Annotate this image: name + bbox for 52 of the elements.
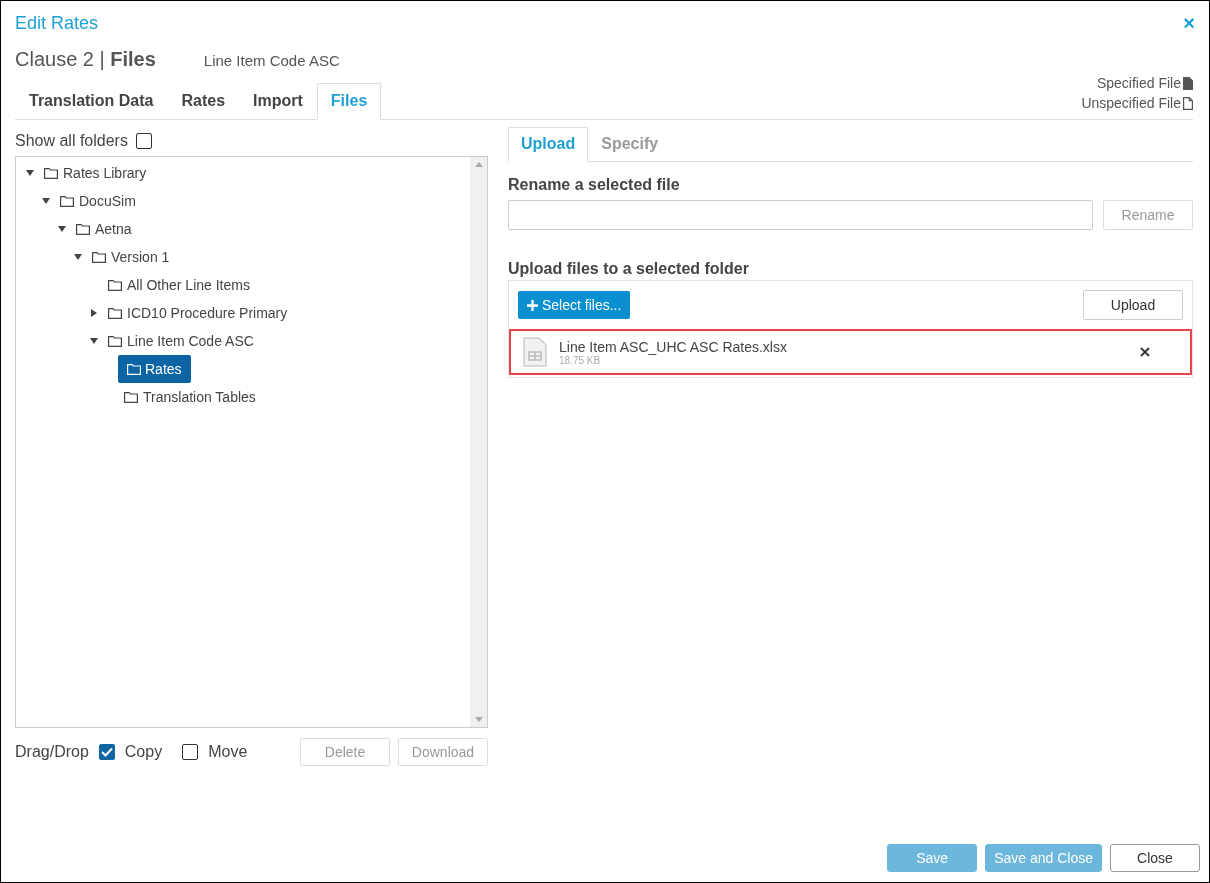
filled-file-icon xyxy=(1183,76,1193,90)
checkbox[interactable] xyxy=(98,744,115,760)
remove-icon[interactable] xyxy=(1140,347,1150,357)
folder-icon xyxy=(108,279,122,291)
outline-file-icon xyxy=(1183,96,1193,110)
rename-input-field[interactable] xyxy=(508,200,1093,230)
checkbox[interactable] xyxy=(182,744,199,760)
legend-label: Specified File xyxy=(1096,75,1181,91)
expanded-arrow-icon[interactable] xyxy=(58,226,66,232)
file-name: Line Item ASC_UHC ASC Rates.xlsx xyxy=(559,338,788,355)
tree-item[interactable]: Rates xyxy=(118,355,191,383)
section-heading: Clause 2 | Files xyxy=(15,48,156,71)
folder-icon xyxy=(92,251,106,263)
tab[interactable]: Translation Data xyxy=(15,83,168,120)
tree-item[interactable]: ICD10 Procedure Primary xyxy=(102,300,294,326)
tree-item[interactable]: Version 1 xyxy=(86,244,176,270)
file-size: 18.75 KB xyxy=(559,354,602,366)
tree-item[interactable]: Rates Library xyxy=(38,160,153,186)
folder-icon xyxy=(124,391,138,403)
folder-icon xyxy=(44,167,58,179)
folder-icon xyxy=(60,195,74,207)
plus-icon xyxy=(527,299,538,311)
folder-icon xyxy=(76,223,90,235)
window-title: Edit Rates xyxy=(15,12,99,34)
folder-icon xyxy=(127,363,141,375)
checkbox-label: Move xyxy=(208,743,248,761)
field-label: Upload files to a selected folder xyxy=(508,260,750,278)
expanded-arrow-icon[interactable] xyxy=(74,254,82,260)
expanded-arrow-icon[interactable] xyxy=(90,338,98,344)
collapsed-arrow-icon[interactable] xyxy=(91,309,97,317)
checkbox-label: Copy xyxy=(124,743,163,761)
tab[interactable]: Rates xyxy=(167,83,240,120)
footer-button[interactable]: Close xyxy=(1110,844,1200,872)
spreadsheet-file-icon xyxy=(523,337,547,367)
tree-item[interactable]: Line Item Code ASC xyxy=(102,328,260,354)
tree-item[interactable]: DocuSim xyxy=(54,188,142,214)
tab[interactable]: Import xyxy=(239,83,317,120)
drag-drop-label: Drag/Drop xyxy=(15,743,89,761)
subtitle: Line Item Code ASC xyxy=(203,52,340,69)
upload-button[interactable]: Upload xyxy=(1083,290,1183,320)
checkbox[interactable] xyxy=(135,133,152,149)
expanded-arrow-icon[interactable] xyxy=(26,170,34,176)
tree-item[interactable]: Translation Tables xyxy=(118,384,262,410)
select-files-button[interactable]: Select files... xyxy=(518,291,631,319)
tree-item[interactable]: Aetna xyxy=(70,216,138,242)
folder-icon xyxy=(108,307,122,319)
expanded-arrow-icon[interactable] xyxy=(42,198,50,204)
tree-item[interactable]: All Other Line Items xyxy=(102,272,256,298)
checkbox-label: Show all folders xyxy=(15,132,128,150)
legend-label: Unspecified File xyxy=(1081,95,1181,111)
field-label: Rename a selected file xyxy=(508,176,681,194)
folder-icon xyxy=(108,335,122,347)
